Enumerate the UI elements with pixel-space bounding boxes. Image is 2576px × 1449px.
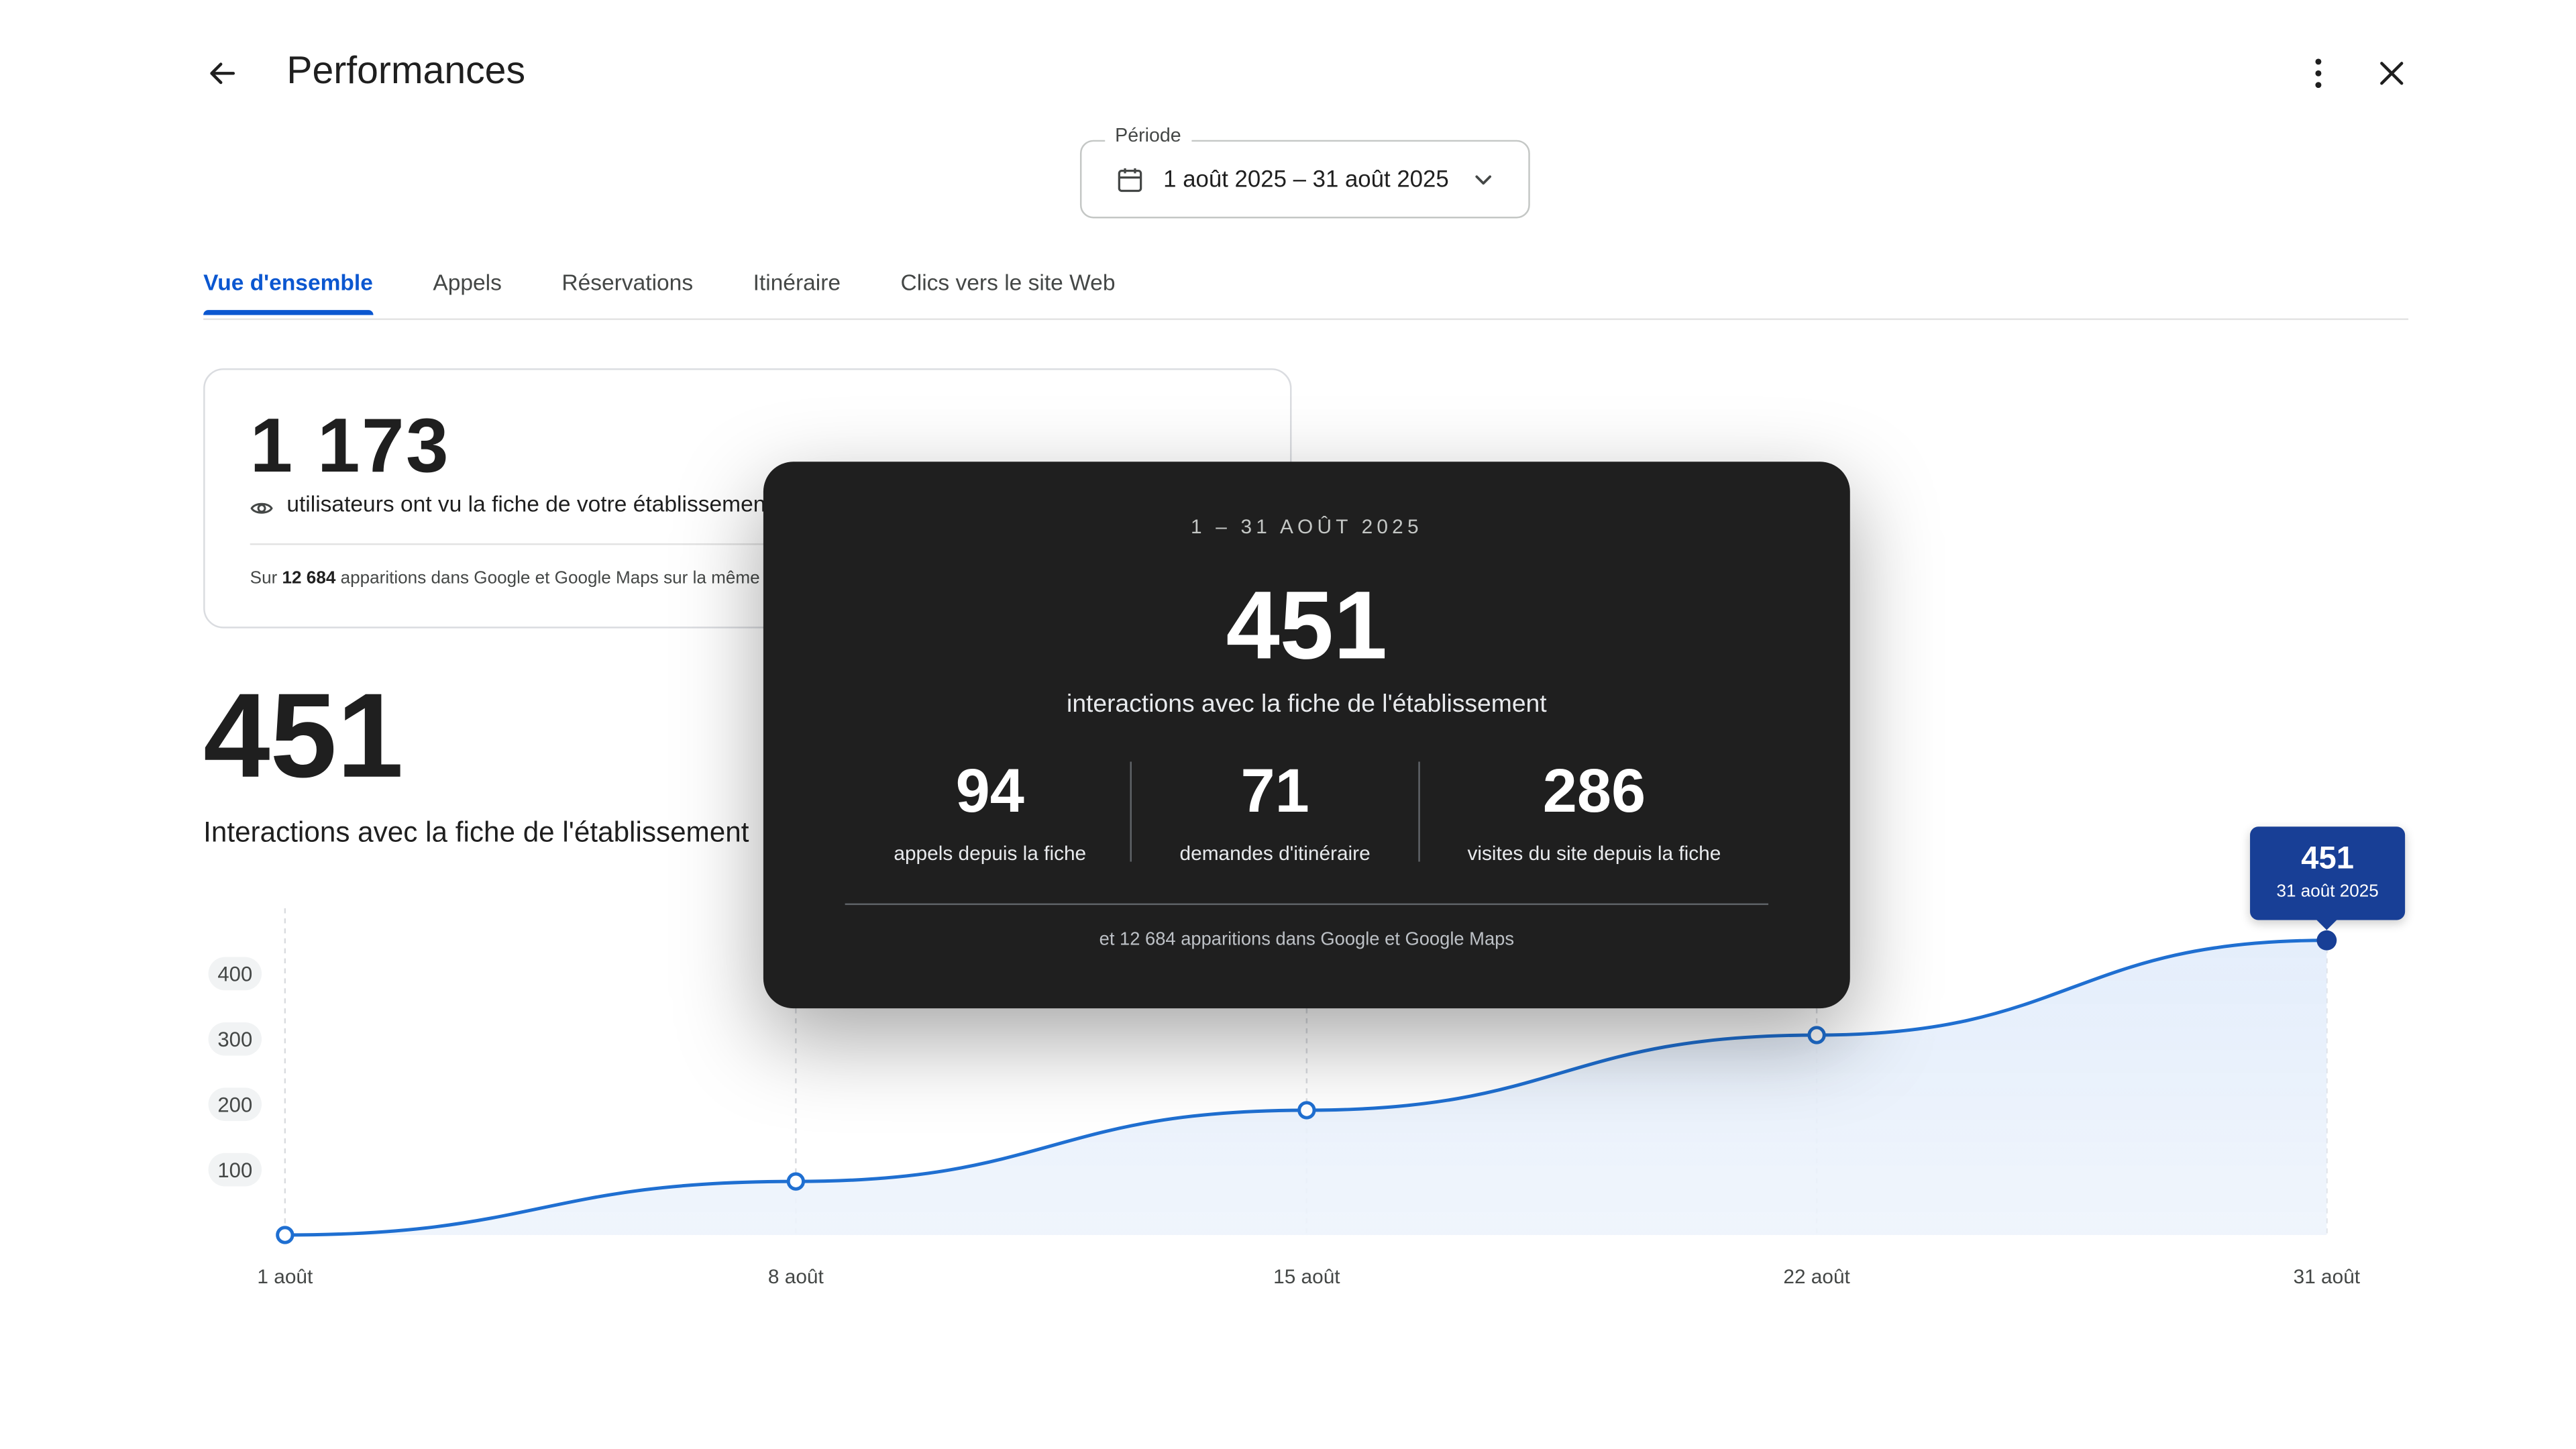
data-point bbox=[1297, 1101, 1316, 1120]
data-point bbox=[1807, 1026, 1826, 1044]
stat-website-value: 286 bbox=[1542, 756, 1646, 825]
highlight-point bbox=[2316, 930, 2337, 951]
stat-calls-label: appels depuis la fiche bbox=[894, 841, 1087, 865]
y-tick-label: 100 bbox=[217, 1159, 252, 1182]
tooltip-date: 1 – 31 AOÛT 2025 bbox=[1190, 515, 1423, 539]
stat-divider bbox=[1130, 761, 1132, 862]
data-point bbox=[786, 1172, 806, 1191]
stat-website: 286 visites du site depuis la fiche bbox=[1421, 756, 1766, 865]
tooltip-stats: 94 appels depuis la fiche 71 demandes d'… bbox=[847, 757, 1766, 865]
tooltip-footer: et 12 684 apparitions dans Google et Goo… bbox=[1099, 930, 1515, 951]
x-tick-label: 8 août bbox=[768, 1266, 824, 1288]
stat-directions: 71 demandes d'itinéraire bbox=[1133, 756, 1416, 865]
stat-calls-value: 94 bbox=[955, 756, 1024, 825]
stat-divider bbox=[1418, 761, 1420, 862]
x-tick-label: 31 août bbox=[2294, 1266, 2361, 1288]
data-point bbox=[276, 1226, 294, 1244]
tooltip-label: interactions avec la fiche de l'établiss… bbox=[1067, 690, 1547, 718]
content-scale: Performances Période 1 août 2025 – 31 ao… bbox=[0, 0, 2576, 1448]
x-tick-label: 15 août bbox=[1273, 1266, 1340, 1288]
y-tick-label: 300 bbox=[217, 1028, 252, 1051]
y-tick-label: 400 bbox=[217, 963, 252, 986]
tooltip-total: 451 bbox=[1226, 572, 1388, 680]
performances-page: Performances Période 1 août 2025 – 31 ao… bbox=[0, 0, 2576, 1449]
last-value-callout: 451 31 août 2025 bbox=[2250, 826, 2406, 930]
summary-tooltip: 1 – 31 AOÛT 2025 451 interactions avec l… bbox=[763, 462, 1850, 1009]
stat-directions-value: 71 bbox=[1240, 756, 1309, 825]
x-tick-label: 1 août bbox=[257, 1266, 313, 1288]
x-tick-label: 22 août bbox=[1783, 1266, 1850, 1288]
stat-website-label: visites du site depuis la fiche bbox=[1467, 841, 1721, 865]
stat-calls: 94 appels depuis la fiche bbox=[847, 756, 1133, 865]
stat-directions-label: demandes d'itinéraire bbox=[1179, 841, 1371, 865]
tooltip-divider bbox=[845, 903, 1769, 906]
callout-date: 31 août 2025 bbox=[2276, 881, 2379, 902]
callout-value: 451 bbox=[2301, 841, 2354, 877]
y-tick-label: 200 bbox=[217, 1093, 252, 1116]
